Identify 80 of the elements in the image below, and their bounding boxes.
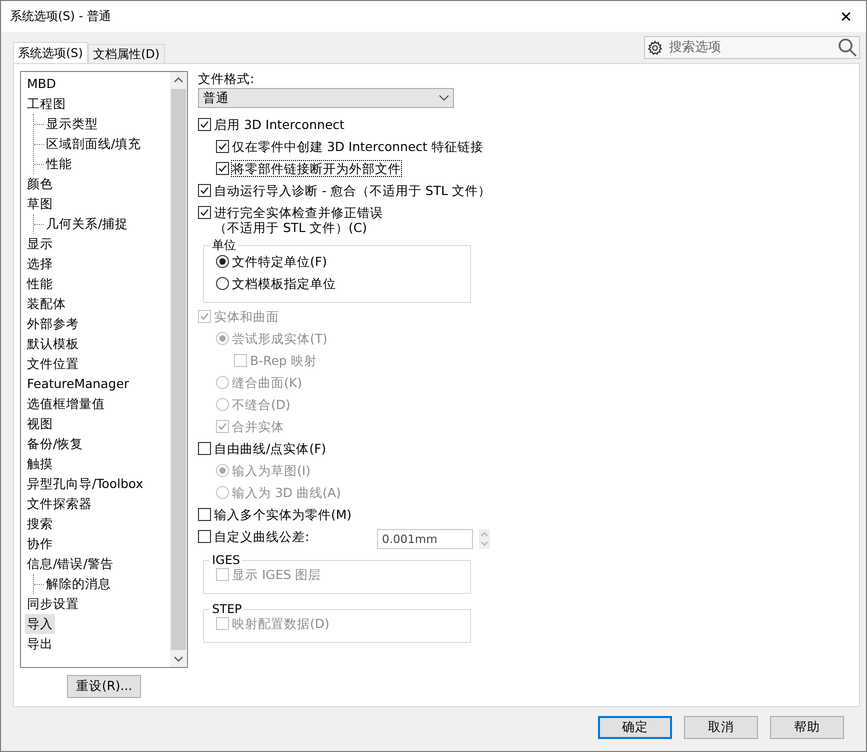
tree-item[interactable]: 区域剖面线/填充 — [44, 134, 144, 154]
tree-item[interactable]: 触摸 — [25, 454, 55, 474]
window-title: 系统选项(S) - 普通 — [10, 8, 111, 25]
caret-icon — [439, 95, 449, 101]
tree-item[interactable]: 外部参考 — [25, 314, 81, 334]
option-label: 缝合曲面(K) — [232, 375, 302, 390]
tree-item[interactable]: 颜色 — [25, 174, 55, 194]
tree-item[interactable]: 装配体 — [25, 294, 68, 314]
option-label: 不缝合(D) — [232, 397, 290, 412]
tree-item[interactable]: 显示类型 — [44, 114, 100, 134]
option-label: 自定义曲线公差: — [214, 529, 310, 544]
radio-button[interactable] — [216, 255, 229, 268]
checkbox[interactable] — [198, 206, 211, 219]
tree-item[interactable]: 几何关系/捕捉 — [44, 214, 130, 234]
tree-item[interactable]: 性能 — [44, 154, 74, 174]
tab[interactable]: 系统选项(S) — [13, 42, 88, 64]
option-label: 尝试形成实体(T) — [232, 331, 328, 346]
tree-item[interactable]: 导入 — [25, 614, 55, 634]
tree-item[interactable]: 选择 — [25, 254, 55, 274]
tab[interactable]: 文档属性(D) — [88, 44, 165, 63]
dialog-button[interactable]: 确定 — [598, 716, 672, 739]
group-title: STEP — [211, 602, 243, 616]
gear-icon[interactable] — [647, 40, 663, 56]
tree-item[interactable]: 协作 — [25, 534, 55, 554]
radio-button[interactable] — [216, 277, 229, 290]
tree-item[interactable]: 异型孔向导/Toolbox — [25, 474, 146, 494]
group-title: IGES — [211, 553, 242, 567]
option-label: 输入多个实体为零件(M) — [214, 507, 352, 522]
tree-item[interactable]: 导出 — [25, 634, 55, 654]
tolerance-field[interactable]: 0.001mm — [377, 529, 473, 549]
option-label: （不适用于 STL 文件）(C) — [214, 220, 367, 235]
tree-item[interactable]: 解除的消息 — [44, 574, 113, 594]
tree-item[interactable]: FeatureManager — [25, 374, 132, 394]
option-label: 启用 3D Interconnect — [214, 117, 344, 132]
option-label: 自由曲线/点实体(F) — [214, 441, 326, 456]
option-label: 输入为草图(I) — [232, 463, 310, 478]
tree-item[interactable]: 草图 — [25, 194, 55, 214]
checkbox[interactable] — [198, 184, 211, 197]
scrollbar[interactable] — [170, 72, 187, 667]
tree-item[interactable]: 性能 — [25, 274, 55, 294]
option-label: 文档模板指定单位 — [232, 276, 336, 291]
tree-item[interactable]: 显示 — [25, 234, 55, 254]
checkbox[interactable] — [198, 118, 211, 131]
search-input[interactable]: 搜索选项 — [667, 39, 834, 56]
option-label: 合并实体 — [232, 419, 284, 434]
search-icon[interactable] — [838, 38, 857, 57]
tree-item[interactable]: 文件探索器 — [25, 494, 94, 514]
tree-item[interactable]: 文件位置 — [25, 354, 81, 374]
checkbox[interactable] — [216, 140, 229, 153]
option-label: 仅在零件中创建 3D Interconnect 特征链接 — [232, 139, 484, 154]
tree-item[interactable]: 工程图 — [25, 94, 68, 114]
close-button[interactable]: ✕ — [826, 2, 866, 32]
tree-item[interactable]: MBD — [25, 74, 58, 94]
tree-item[interactable]: 默认模板 — [25, 334, 81, 354]
tree-item[interactable]: 信息/错误/警告 — [25, 554, 116, 574]
option-label: B-Rep 映射 — [250, 353, 317, 368]
dialog-button[interactable]: 取消 — [684, 716, 758, 739]
option-label: 自动运行导入诊断 - 愈合（不适用于 STL 文件） — [214, 183, 491, 198]
dialog-button[interactable]: 帮助 — [770, 716, 844, 739]
option-label: 进行完全实体检查并修正错误 — [214, 205, 383, 220]
option-label: 将零部件链接断开为外部文件 — [232, 161, 401, 176]
group-title: 单位 — [211, 237, 237, 254]
tree-item[interactable]: 同步设置 — [25, 594, 81, 614]
option-label: 映射配置数据(D) — [232, 616, 330, 631]
option-label: 显示 IGES 图层 — [232, 567, 322, 582]
checkbox[interactable] — [216, 162, 229, 175]
tree-item[interactable]: 备份/恢复 — [25, 434, 86, 454]
format-dropdown[interactable]: 普通 — [198, 88, 454, 108]
checkbox[interactable] — [198, 442, 211, 455]
checkbox[interactable] — [198, 508, 211, 521]
field-label: 文件格式: — [198, 71, 256, 88]
checkbox[interactable] — [198, 530, 211, 543]
tree-item[interactable]: 搜索 — [25, 514, 55, 534]
tree-item[interactable]: 选值框增量值 — [25, 394, 107, 414]
option-label: 实体和曲面 — [214, 309, 279, 324]
tree-item[interactable]: 视图 — [25, 414, 55, 434]
reset-button[interactable]: 重设(R)... — [67, 675, 141, 698]
search-field[interactable]: 搜索选项 — [644, 36, 860, 59]
option-label: 输入为 3D 曲线(A) — [232, 485, 341, 500]
option-label: 文件特定单位(F) — [232, 254, 327, 269]
